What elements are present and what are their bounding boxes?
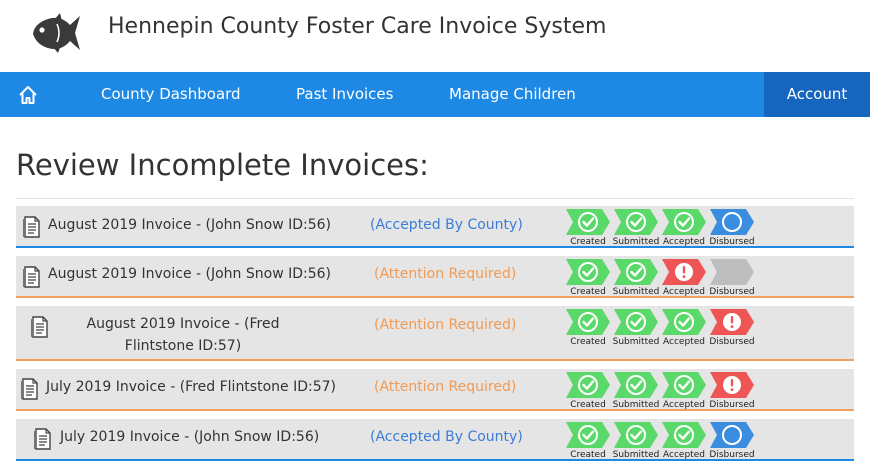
invoice-row[interactable]: August 2019 Invoice - (John Snow ID:56) … — [16, 256, 854, 298]
document-icon — [22, 216, 41, 238]
step-submitted-check: Submitted — [612, 421, 660, 461]
invoice-label: July 2019 Invoice - (Fred Flintstone ID:… — [46, 379, 336, 395]
check-chevron-icon — [614, 422, 658, 448]
step-disbursed-pending: Disbursed — [708, 208, 756, 248]
check-chevron-icon — [614, 259, 658, 285]
document-icon — [30, 316, 49, 338]
pending-chevron-icon — [710, 422, 754, 448]
step-accepted-check: Accepted — [660, 371, 708, 411]
step-accepted-check: Accepted — [660, 208, 708, 248]
step-disbursed-error: Disbursed — [708, 308, 756, 348]
invoice-status: (Attention Required) — [374, 266, 517, 282]
app-title: Hennepin County Foster Care Invoice Syst… — [108, 14, 607, 39]
step-label: Disbursed — [709, 400, 755, 410]
progress-steps: Created Submitted Accepted Disbursed — [564, 208, 764, 248]
invoice-row[interactable]: August 2019 Invoice - (Fred Flintstone I… — [16, 306, 854, 361]
step-created-check: Created — [564, 208, 612, 248]
step-label: Disbursed — [709, 287, 755, 297]
nav-past-invoices[interactable]: Past Invoices — [296, 72, 393, 117]
invoice-label: August 2019 Invoice - (John Snow ID:56) — [48, 266, 332, 282]
check-chevron-icon — [662, 209, 706, 235]
check-chevron-icon — [614, 209, 658, 235]
invoice-status: (Accepted By County) — [370, 429, 523, 445]
fish-logo-icon — [30, 12, 82, 54]
page-title: Review Incomplete Invoices: — [16, 148, 429, 182]
invoice-status: (Accepted By County) — [370, 217, 523, 233]
step-submitted-check: Submitted — [612, 208, 660, 248]
check-chevron-icon — [566, 372, 610, 398]
nav-manage-children[interactable]: Manage Children — [449, 72, 576, 117]
nav-county-dashboard[interactable]: County Dashboard — [101, 72, 241, 117]
check-chevron-icon — [614, 372, 658, 398]
step-submitted-check: Submitted — [612, 371, 660, 411]
home-icon[interactable] — [8, 72, 48, 117]
inactive-chevron-icon — [710, 259, 754, 285]
step-created-check: Created — [564, 421, 612, 461]
error-chevron-icon — [662, 259, 706, 285]
progress-steps: Created Submitted Accepted Disbursed — [564, 421, 764, 461]
step-accepted-error: Accepted — [660, 258, 708, 298]
divider — [16, 198, 854, 199]
error-chevron-icon — [710, 372, 754, 398]
check-chevron-icon — [566, 259, 610, 285]
document-icon — [20, 378, 39, 400]
check-chevron-icon — [662, 309, 706, 335]
pending-chevron-icon — [710, 209, 754, 235]
step-disbursed-pending: Disbursed — [708, 421, 756, 461]
invoice-status: (Attention Required) — [374, 317, 517, 333]
invoice-status: (Attention Required) — [374, 379, 517, 395]
check-chevron-icon — [662, 372, 706, 398]
step-disbursed-error: Disbursed — [708, 371, 756, 411]
step-created-check: Created — [564, 258, 612, 298]
progress-steps: Created Submitted Accepted Disbursed — [564, 258, 764, 298]
invoice-label: August 2019 Invoice - (Fred Flintstone I… — [86, 316, 280, 354]
step-label: Disbursed — [709, 337, 755, 347]
step-label: Disbursed — [709, 237, 755, 247]
invoice-label: August 2019 Invoice - (John Snow ID:56) — [48, 217, 332, 233]
invoice-row[interactable]: August 2019 Invoice - (John Snow ID:56) … — [16, 206, 854, 248]
step-created-check: Created — [564, 308, 612, 348]
step-submitted-check: Submitted — [612, 258, 660, 298]
check-chevron-icon — [614, 309, 658, 335]
error-chevron-icon — [710, 309, 754, 335]
nav-account[interactable]: Account — [764, 72, 870, 117]
step-created-check: Created — [564, 371, 612, 411]
invoice-label: July 2019 Invoice - (John Snow ID:56) — [60, 429, 320, 445]
document-icon — [22, 266, 41, 288]
navbar: County Dashboard Past Invoices Manage Ch… — [0, 72, 870, 117]
step-disbursed-inactive: Disbursed — [708, 258, 756, 298]
invoice-row[interactable]: July 2019 Invoice - (John Snow ID:56) (A… — [16, 419, 854, 461]
check-chevron-icon — [662, 422, 706, 448]
progress-steps: Created Submitted Accepted Disbursed — [564, 308, 764, 348]
document-icon — [33, 428, 52, 450]
header: Hennepin County Foster Care Invoice Syst… — [0, 0, 870, 72]
step-accepted-check: Accepted — [660, 308, 708, 348]
check-chevron-icon — [566, 209, 610, 235]
check-chevron-icon — [566, 422, 610, 448]
progress-steps: Created Submitted Accepted Disbursed — [564, 371, 764, 411]
step-accepted-check: Accepted — [660, 421, 708, 461]
check-chevron-icon — [566, 309, 610, 335]
step-label: Disbursed — [709, 450, 755, 460]
invoice-row[interactable]: July 2019 Invoice - (Fred Flintstone ID:… — [16, 369, 854, 411]
step-submitted-check: Submitted — [612, 308, 660, 348]
